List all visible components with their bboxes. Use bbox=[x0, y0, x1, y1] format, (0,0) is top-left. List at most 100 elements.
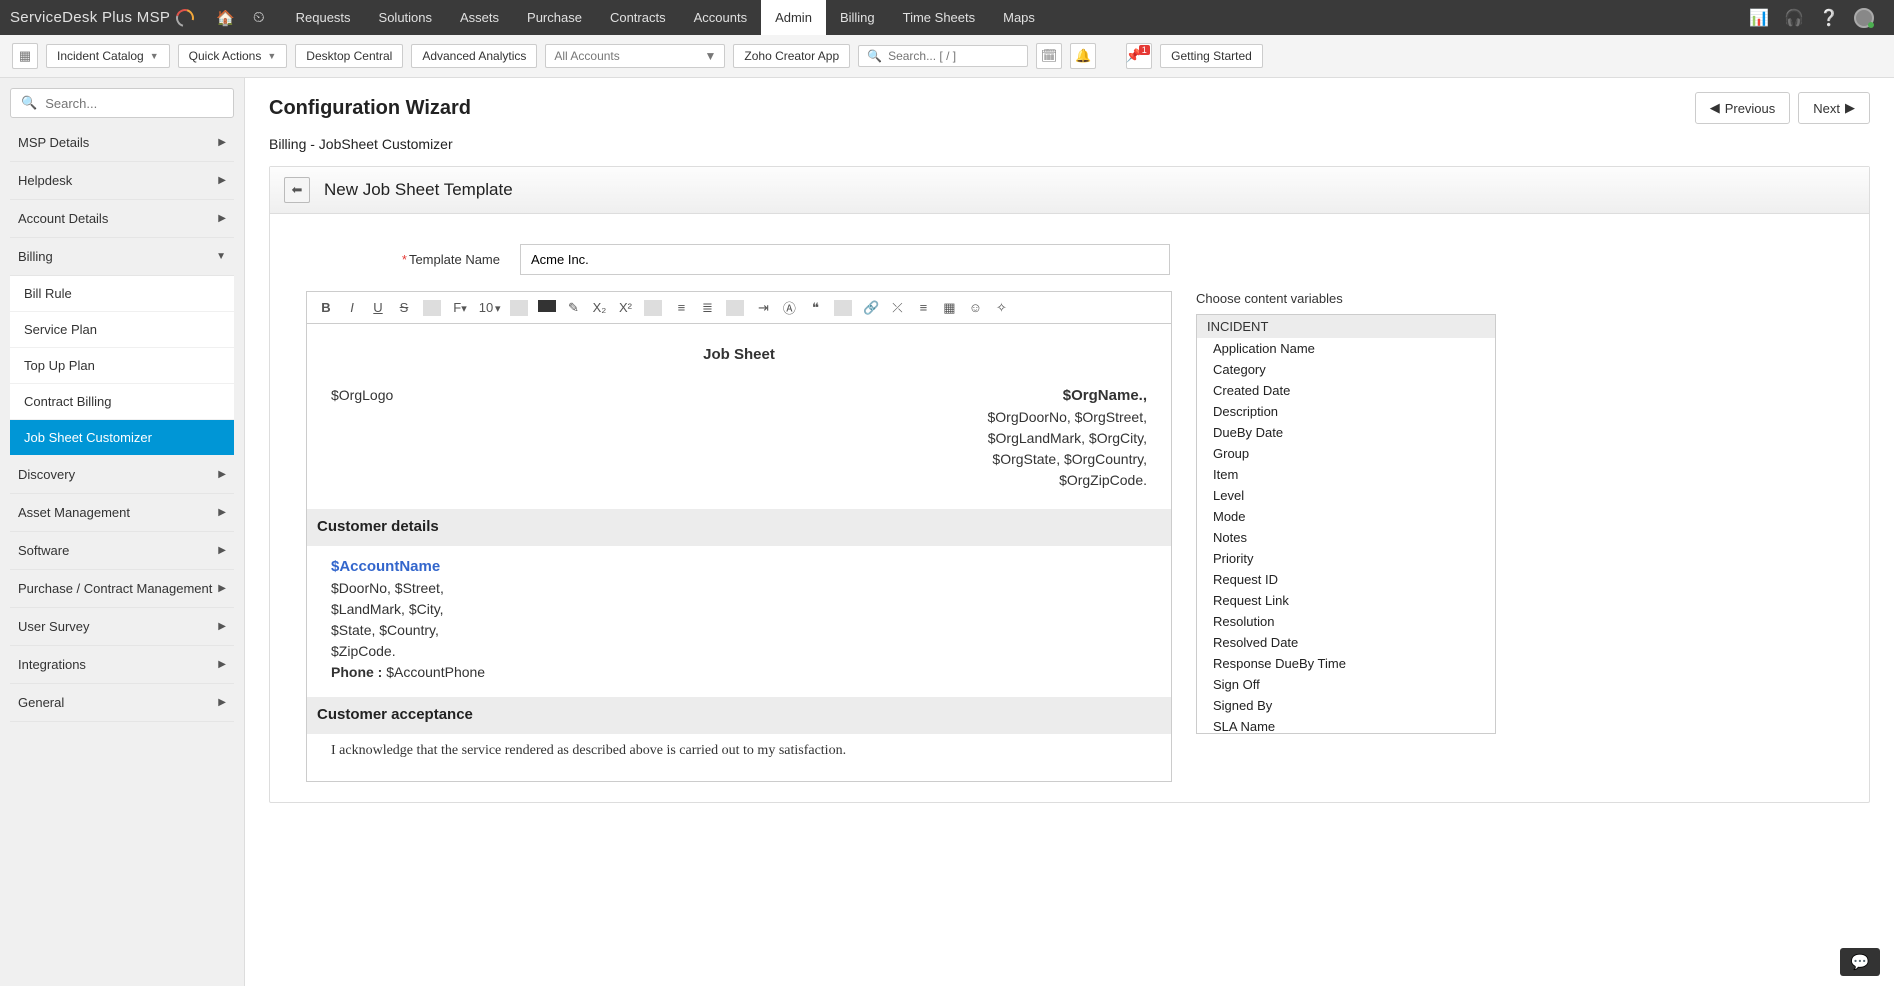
table-icon[interactable]: ▦ bbox=[940, 300, 958, 316]
zoho-creator-button[interactable]: Zoho Creator App bbox=[733, 44, 850, 68]
sidebar-item-contract-billing[interactable]: Contract Billing bbox=[10, 384, 234, 420]
template-name-input[interactable] bbox=[520, 244, 1170, 275]
sidebar-section-general[interactable]: General▶ bbox=[10, 684, 234, 722]
variable-item[interactable]: Resolved Date bbox=[1197, 632, 1495, 653]
variable-item[interactable]: Group bbox=[1197, 443, 1495, 464]
variable-item[interactable]: Application Name bbox=[1197, 338, 1495, 359]
sidebar-section-integrations[interactable]: Integrations▶ bbox=[10, 646, 234, 684]
sidebar-item-top-up-plan[interactable]: Top Up Plan bbox=[10, 348, 234, 384]
chevron-right-icon: ▶ bbox=[218, 545, 226, 556]
font-family-icon[interactable]: F▾ bbox=[451, 300, 469, 315]
sidebar-search-input[interactable] bbox=[45, 96, 223, 111]
recent-icon[interactable]: 🗓 bbox=[1036, 43, 1062, 69]
incident-catalog-dropdown[interactable]: Incident Catalog▼ bbox=[46, 44, 170, 68]
variable-item[interactable]: Notes bbox=[1197, 527, 1495, 548]
highlight-icon[interactable]: ✎ bbox=[564, 300, 582, 316]
font-size-select[interactable]: 10▾ bbox=[477, 300, 500, 315]
list-icon[interactable]: ≣ bbox=[698, 300, 716, 316]
help-icon[interactable]: ❔ bbox=[1819, 8, 1839, 28]
editor-toolbar: B I U S F▾ 10▾ ✎ X₂ X² ≡ ≣ bbox=[307, 292, 1171, 324]
subscript-icon[interactable]: X₂ bbox=[590, 300, 608, 315]
variable-item[interactable]: SLA Name bbox=[1197, 716, 1495, 734]
quote-icon[interactable]: ❝ bbox=[806, 300, 824, 316]
bell-icon[interactable]: 🔔 bbox=[1070, 43, 1096, 69]
sidebar-item-service-plan[interactable]: Service Plan bbox=[10, 312, 234, 348]
bold-icon[interactable]: B bbox=[317, 300, 335, 315]
sidebar-section-msp-details[interactable]: MSP Details▶ bbox=[10, 124, 234, 162]
nav-item-maps[interactable]: Maps bbox=[989, 0, 1049, 35]
font-color-icon[interactable] bbox=[538, 300, 556, 315]
sidebar-section-user-survey[interactable]: User Survey▶ bbox=[10, 608, 234, 646]
variable-item[interactable]: Response DueBy Time bbox=[1197, 653, 1495, 674]
nav-item-purchase[interactable]: Purchase bbox=[513, 0, 596, 35]
variable-item[interactable]: Category bbox=[1197, 359, 1495, 380]
variable-item[interactable]: Mode bbox=[1197, 506, 1495, 527]
strike-icon[interactable]: S bbox=[395, 300, 413, 315]
brand-text: ServiceDesk Plus MSP bbox=[10, 9, 170, 26]
nav-item-time-sheets[interactable]: Time Sheets bbox=[889, 0, 990, 35]
global-search[interactable]: 🔍 bbox=[858, 45, 1028, 67]
quick-actions-dropdown[interactable]: Quick Actions▼ bbox=[178, 44, 288, 68]
sidebar-search[interactable]: 🔍 bbox=[10, 88, 234, 118]
sidebar-section-software[interactable]: Software▶ bbox=[10, 532, 234, 570]
sidebar-section-billing[interactable]: Billing ▼ bbox=[10, 238, 234, 276]
headset-icon[interactable]: 🎧 bbox=[1784, 8, 1804, 28]
home-icon[interactable]: 🏠 bbox=[216, 9, 235, 27]
variable-item[interactable]: Description bbox=[1197, 401, 1495, 422]
variable-item[interactable]: Request Link bbox=[1197, 590, 1495, 611]
next-button[interactable]: Next▶ bbox=[1798, 92, 1870, 124]
variable-item[interactable]: Item bbox=[1197, 464, 1495, 485]
align-icon[interactable]: ≡ bbox=[672, 300, 690, 315]
avatar[interactable] bbox=[1854, 8, 1874, 28]
nav-item-solutions[interactable]: Solutions bbox=[365, 0, 446, 35]
variable-item[interactable]: Priority bbox=[1197, 548, 1495, 569]
sidebar-section-account-details[interactable]: Account Details▶ bbox=[10, 200, 234, 238]
accounts-select[interactable]: All Accounts▼ bbox=[545, 44, 725, 68]
indent-icon[interactable]: ⇥ bbox=[754, 300, 772, 316]
sidebar-section-discovery[interactable]: Discovery▶ bbox=[10, 456, 234, 494]
panel: ⬅ New Job Sheet Template *Template Name … bbox=[269, 166, 1870, 803]
sidebar-section-asset-management[interactable]: Asset Management▶ bbox=[10, 494, 234, 532]
desktop-central-button[interactable]: Desktop Central bbox=[295, 44, 403, 68]
code-icon[interactable]: ✧ bbox=[992, 300, 1010, 316]
search-input[interactable] bbox=[888, 49, 1008, 63]
variable-item[interactable]: Sign Off bbox=[1197, 674, 1495, 695]
clear-format-icon[interactable]: Ⓐ bbox=[780, 298, 798, 317]
link-icon[interactable]: 🔗 bbox=[862, 300, 880, 316]
hr-icon[interactable]: ≡ bbox=[914, 300, 932, 315]
pin-icon[interactable]: 📌1 bbox=[1126, 43, 1152, 69]
nav-item-admin[interactable]: Admin bbox=[761, 0, 826, 35]
underline-icon[interactable]: U bbox=[369, 300, 387, 315]
nav-item-accounts[interactable]: Accounts bbox=[680, 0, 761, 35]
variable-item[interactable]: Request ID bbox=[1197, 569, 1495, 590]
dashboard-icon[interactable]: ⏲ bbox=[253, 9, 265, 27]
sidebar-section-purchase-contract-management[interactable]: Purchase / Contract Management▶ bbox=[10, 570, 234, 608]
variable-item[interactable]: Created Date bbox=[1197, 380, 1495, 401]
variable-item[interactable]: Resolution bbox=[1197, 611, 1495, 632]
search-icon: 🔍 bbox=[867, 49, 882, 63]
app-launcher-icon[interactable]: ▦ bbox=[12, 43, 38, 69]
sidebar-item-job-sheet-customizer[interactable]: Job Sheet Customizer bbox=[10, 420, 234, 456]
sidebar-section-helpdesk[interactable]: Helpdesk▶ bbox=[10, 162, 234, 200]
previous-button[interactable]: ◀Previous bbox=[1695, 92, 1791, 124]
emoji-icon[interactable]: ☺ bbox=[966, 300, 984, 315]
unlink-icon[interactable]: ⤫ bbox=[888, 300, 906, 316]
chart-icon[interactable]: 📊 bbox=[1749, 8, 1769, 28]
advanced-analytics-button[interactable]: Advanced Analytics bbox=[411, 44, 537, 68]
nav-item-requests[interactable]: Requests bbox=[282, 0, 365, 35]
chat-fab[interactable]: 💬 bbox=[1840, 948, 1880, 976]
editor-body[interactable]: Job Sheet $OrgLogo $OrgName., $OrgDoorNo… bbox=[307, 324, 1171, 781]
variable-item[interactable]: Level bbox=[1197, 485, 1495, 506]
variable-item[interactable]: DueBy Date bbox=[1197, 422, 1495, 443]
italic-icon[interactable]: I bbox=[343, 300, 361, 315]
superscript-icon[interactable]: X² bbox=[616, 300, 634, 315]
template-name-label: *Template Name bbox=[310, 252, 500, 267]
nav-item-assets[interactable]: Assets bbox=[446, 0, 513, 35]
sidebar-item-bill-rule[interactable]: Bill Rule bbox=[10, 276, 234, 312]
getting-started-button[interactable]: Getting Started bbox=[1160, 44, 1263, 68]
nav-item-contracts[interactable]: Contracts bbox=[596, 0, 680, 35]
nav-item-billing[interactable]: Billing bbox=[826, 0, 889, 35]
variable-item[interactable]: Signed By bbox=[1197, 695, 1495, 716]
variables-list[interactable]: INCIDENT Application NameCategoryCreated… bbox=[1196, 314, 1496, 734]
back-button[interactable]: ⬅ bbox=[284, 177, 310, 203]
